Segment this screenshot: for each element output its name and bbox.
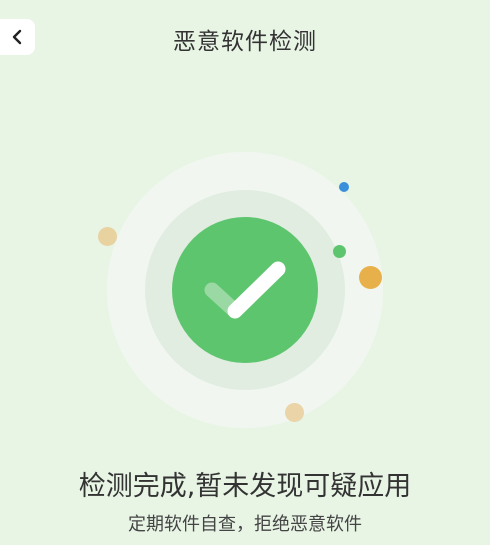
scan-result-graphic	[0, 100, 490, 460]
decor-dot-blue	[339, 182, 349, 192]
page-title: 恶意软件检测	[173, 29, 317, 55]
success-badge	[172, 217, 318, 363]
result-title: 检测完成,暂未发现可疑应用	[78, 471, 412, 502]
decor-dot-tan-bottom	[285, 403, 304, 422]
result-subtitle: 定期软件自查，拒绝恶意软件	[128, 514, 362, 535]
decor-dot-green	[333, 245, 346, 258]
top-bar: 恶意软件检测	[0, 0, 490, 76]
decor-dot-tan-left	[98, 227, 117, 246]
check-icon	[204, 261, 286, 319]
decor-dot-orange	[359, 266, 382, 289]
